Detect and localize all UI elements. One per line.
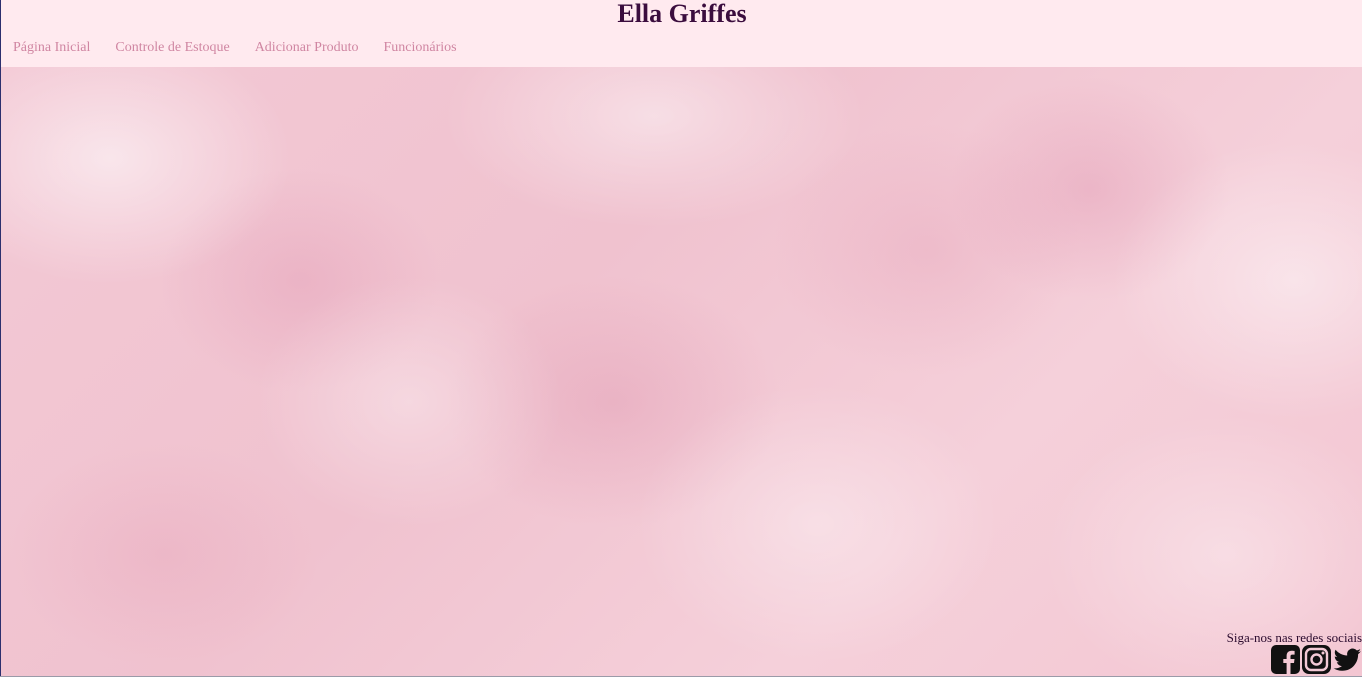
nav-link-add-product[interactable]: Adicionar Produto [255,39,359,56]
footer: Siga-nos nas redes sociais [1202,629,1362,646]
instagram-icon[interactable] [1302,645,1331,674]
social-caption: Siga-nos nas redes sociais [1226,630,1362,645]
twitter-icon[interactable] [1333,645,1362,674]
background-image [1,67,1362,676]
facebook-icon[interactable] [1271,645,1300,674]
page: Ella Griffes Página Inicial Controle de … [1,0,1362,676]
main-nav: Página Inicial Controle de Estoque Adici… [13,39,482,56]
nav-link-employees[interactable]: Funcionários [384,39,457,56]
social-links [1271,645,1362,674]
nav-link-stock-control[interactable]: Controle de Estoque [115,39,229,56]
site-title: Ella Griffes [617,0,747,28]
header: Ella Griffes Página Inicial Controle de … [1,0,1362,67]
nav-link-home[interactable]: Página Inicial [13,39,90,56]
